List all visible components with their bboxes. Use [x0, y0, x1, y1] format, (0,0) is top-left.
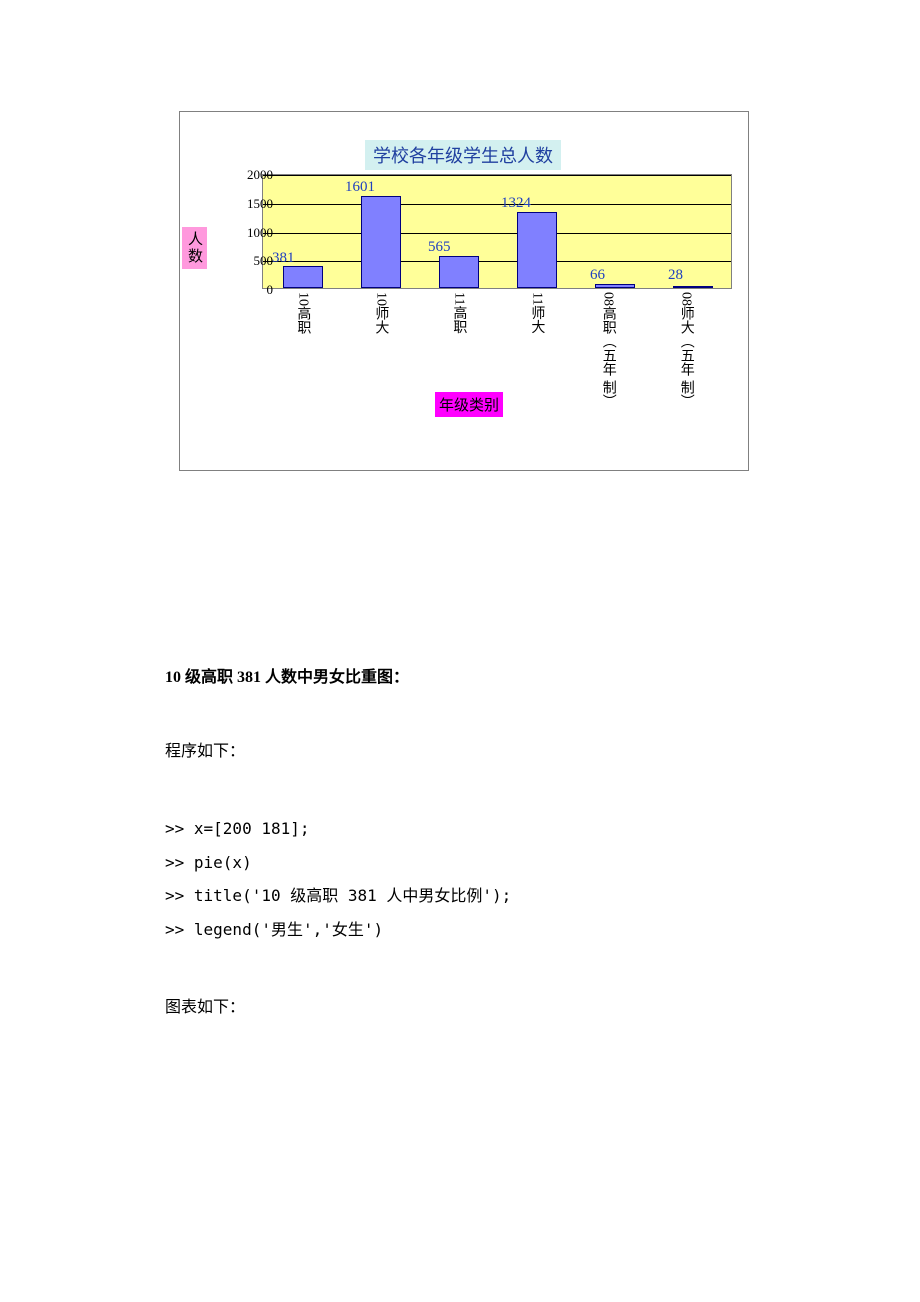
x-tick-label: 08师大（五年 制）: [675, 292, 697, 413]
x-tick-label: 11高职: [451, 292, 466, 333]
gridline: [263, 261, 731, 262]
gridline: [263, 204, 731, 205]
bar-value-label: 28: [668, 267, 683, 284]
bar-value-label: 381: [272, 250, 295, 267]
paragraph: 图表如下：: [165, 995, 765, 1021]
gridline: [263, 175, 731, 176]
paragraph: 程序如下：: [165, 739, 765, 765]
x-tick-label: 10高职: [295, 292, 310, 334]
x-tick-label: 10师大: [373, 292, 388, 334]
y-tick-label: 1500: [233, 196, 273, 212]
y-tick-label: 500: [233, 253, 273, 269]
bar-value-label: 565: [428, 239, 451, 256]
x-tick-label: 11师大: [529, 292, 544, 333]
bar: [439, 256, 479, 289]
bar-value-label: 66: [590, 267, 605, 284]
code-line: >> x=[200 181];: [165, 812, 765, 846]
bar: [361, 196, 401, 288]
code-block: >> x=[200 181]; >> pie(x) >> title('10 级…: [165, 812, 765, 946]
y-tick-label: 2000: [233, 167, 273, 183]
code-line: >> pie(x): [165, 846, 765, 880]
bar-value-label: 1601: [345, 179, 375, 196]
x-axis-label: 年级类别: [435, 392, 503, 417]
bar: [595, 284, 635, 288]
code-line: >> title('10 级高职 381 人中男女比例');: [165, 879, 765, 913]
bar: [517, 212, 557, 288]
section-heading: 10 级高职 381 人数中男女比重图：: [165, 665, 765, 691]
bar-value-label: 1324: [501, 195, 531, 212]
code-line: >> legend('男生','女生'): [165, 913, 765, 947]
plot-area: [262, 174, 732, 289]
gridline: [263, 233, 731, 234]
x-tick-label: 08高职（五年 制）: [597, 292, 619, 413]
chart-title: 学校各年级学生总人数: [365, 140, 561, 170]
chart-container: 学校各年级学生总人数 人数 2000 1500 1000 500 0 381 1…: [179, 111, 749, 471]
y-tick-label: 0: [233, 282, 273, 298]
bar: [673, 286, 713, 288]
y-axis-label: 人数: [182, 227, 207, 269]
bar: [283, 266, 323, 288]
y-tick-label: 1000: [233, 225, 273, 241]
document-body: 10 级高职 381 人数中男女比重图： 程序如下： >> x=[200 181…: [165, 665, 765, 1068]
